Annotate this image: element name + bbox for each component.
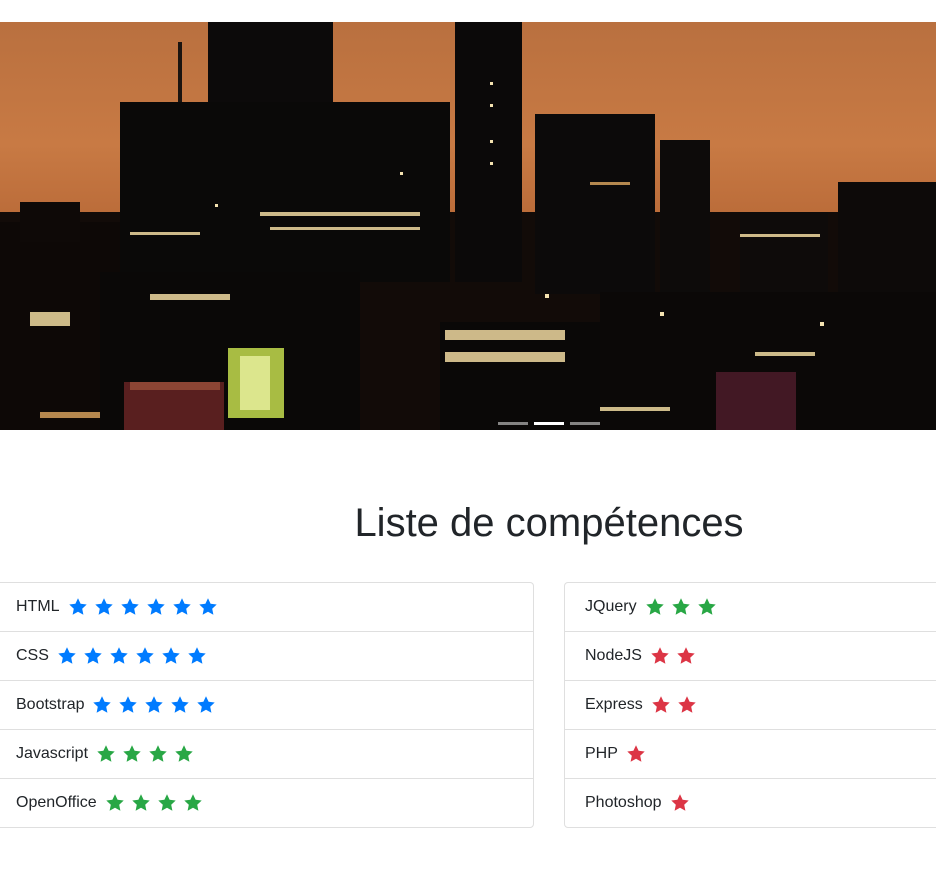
star-icon — [57, 646, 77, 666]
carousel-indicator-3[interactable] — [570, 422, 600, 425]
skill-name: CSS — [16, 647, 49, 664]
list-item: JQuery — [565, 583, 936, 631]
skill-stars — [626, 744, 646, 764]
skill-stars — [105, 793, 203, 813]
skill-stars — [650, 646, 696, 666]
star-icon — [170, 695, 190, 715]
page: Liste de compétences HTML CSS Bootstrap … — [0, 0, 936, 893]
skill-stars — [670, 793, 690, 813]
star-icon — [671, 597, 691, 617]
star-icon — [92, 695, 112, 715]
skill-stars — [651, 695, 697, 715]
carousel[interactable] — [0, 22, 936, 430]
star-icon — [198, 597, 218, 617]
skill-name: HTML — [16, 598, 60, 615]
star-icon — [697, 597, 717, 617]
list-item: CSS — [0, 631, 533, 680]
star-icon — [144, 695, 164, 715]
skill-name: NodeJS — [585, 647, 642, 664]
skills-list-left: HTML CSS Bootstrap Javascript OpenOffice — [0, 582, 534, 828]
star-icon — [118, 695, 138, 715]
star-icon — [109, 646, 129, 666]
list-item: NodeJS — [565, 631, 936, 680]
star-icon — [157, 793, 177, 813]
star-icon — [196, 695, 216, 715]
skill-stars — [68, 597, 218, 617]
skill-name: Express — [585, 696, 643, 713]
list-item: OpenOffice — [0, 778, 533, 827]
star-icon — [96, 744, 116, 764]
skill-stars — [96, 744, 194, 764]
skill-stars — [645, 597, 717, 617]
star-icon — [105, 793, 125, 813]
star-icon — [651, 695, 671, 715]
star-icon — [670, 793, 690, 813]
carousel-indicators — [498, 422, 600, 425]
star-icon — [645, 597, 665, 617]
star-icon — [120, 597, 140, 617]
list-item: PHP — [565, 729, 936, 778]
star-icon — [122, 744, 142, 764]
carousel-slide-image — [0, 22, 936, 430]
skills-list-right: JQuery NodeJS Express PHP Photoshop — [564, 582, 936, 828]
star-icon — [68, 597, 88, 617]
list-item: Bootstrap — [0, 680, 533, 729]
skill-name: Javascript — [16, 745, 89, 762]
skill-name: OpenOffice — [16, 794, 97, 811]
star-icon — [650, 646, 670, 666]
star-icon — [131, 793, 151, 813]
star-icon — [148, 744, 168, 764]
skills-title: Liste de compétences — [354, 501, 744, 545]
star-icon — [187, 646, 207, 666]
star-icon — [135, 646, 155, 666]
star-icon — [172, 597, 192, 617]
skill-name: PHP — [585, 745, 618, 762]
skill-stars — [92, 695, 216, 715]
star-icon — [94, 597, 114, 617]
skill-name: Bootstrap — [16, 696, 85, 713]
list-item: Express — [565, 680, 936, 729]
carousel-indicator-2[interactable] — [534, 422, 564, 425]
star-icon — [174, 744, 194, 764]
list-item: Photoshop — [565, 778, 936, 827]
skill-name: JQuery — [585, 598, 637, 615]
star-icon — [677, 695, 697, 715]
list-item: Javascript — [0, 729, 533, 778]
star-icon — [183, 793, 203, 813]
skill-name: Photoshop — [585, 794, 662, 811]
list-item: HTML — [0, 583, 533, 631]
star-icon — [146, 597, 166, 617]
star-icon — [626, 744, 646, 764]
skill-stars — [57, 646, 207, 666]
carousel-indicator-1[interactable] — [498, 422, 528, 425]
star-icon — [83, 646, 103, 666]
star-icon — [676, 646, 696, 666]
star-icon — [161, 646, 181, 666]
